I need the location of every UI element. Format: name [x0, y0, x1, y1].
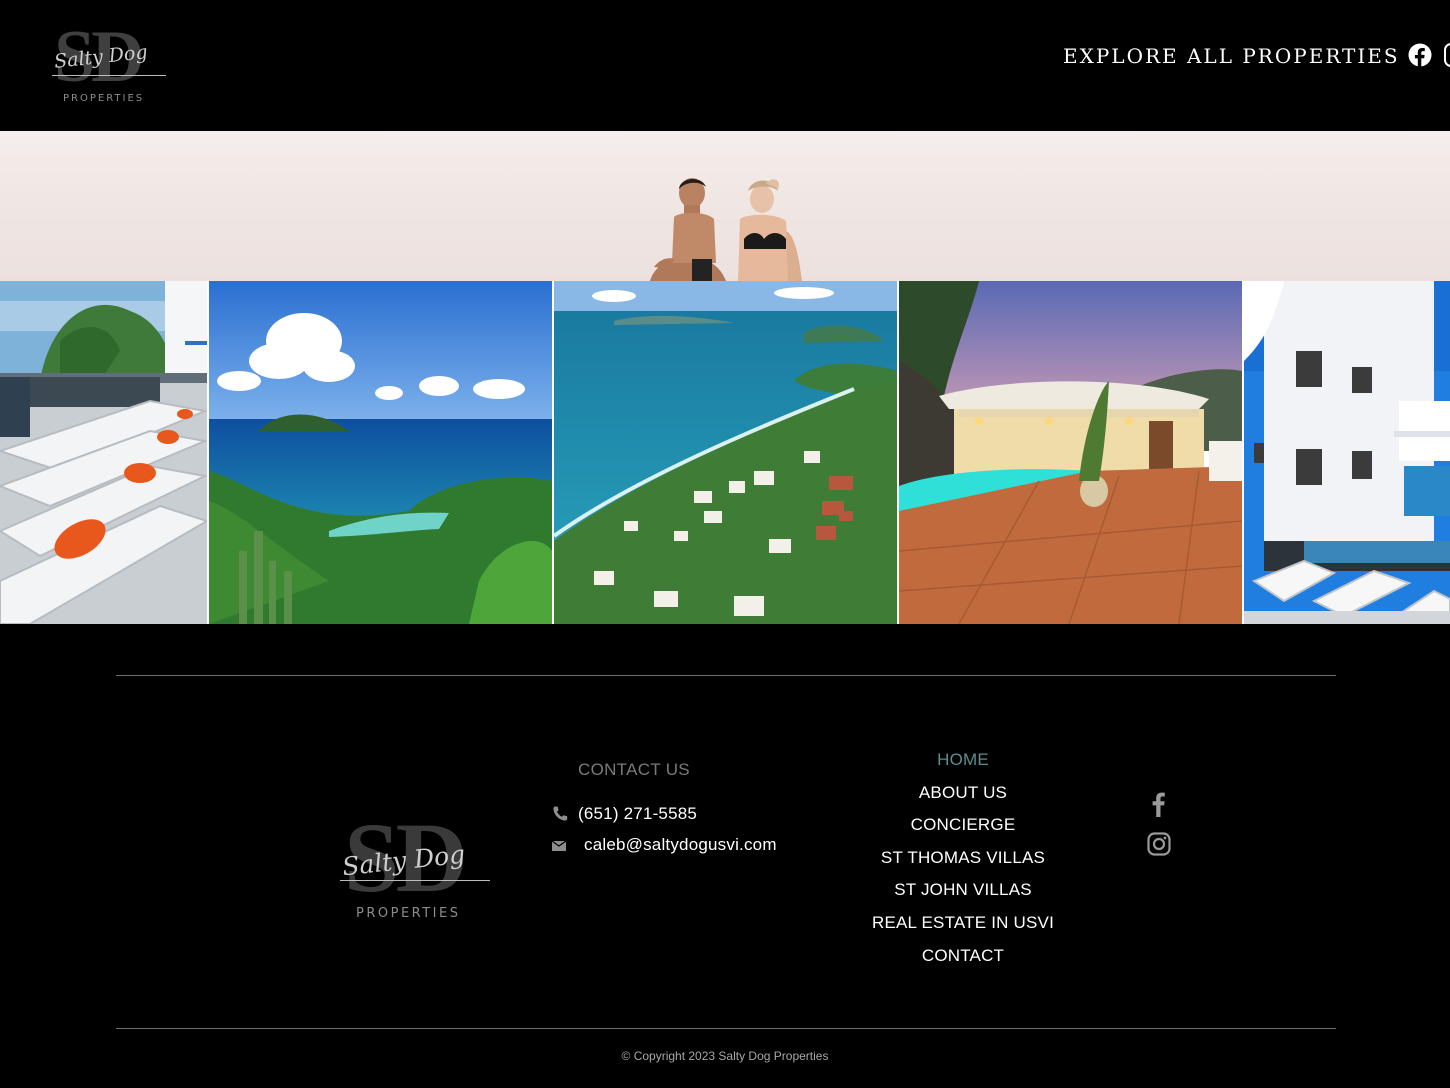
- contact-us-heading: CONTACT US: [578, 760, 690, 779]
- footer-nav-contact[interactable]: CONTACT: [840, 942, 1086, 975]
- hero-banner: [0, 131, 1450, 281]
- footer-nav-about-us[interactable]: ABOUT US: [840, 779, 1086, 812]
- aerial-coastline-villas-photo[interactable]: [554, 281, 897, 624]
- white-villa-exterior-photo[interactable]: [1244, 281, 1450, 624]
- site-logo[interactable]: SD Salty Dog PROPERTIES: [50, 20, 170, 108]
- footer-facebook-icon[interactable]: [1147, 791, 1171, 817]
- footer-nav-home[interactable]: HOME: [840, 746, 1086, 779]
- phone-number: (651) 271-5585: [578, 804, 698, 823]
- footer-divider-top: [116, 675, 1336, 676]
- footer-divider-bottom: [116, 1028, 1336, 1029]
- couple-on-beach-photo: [650, 178, 802, 281]
- footer-nav: HOME ABOUT US CONCIERGE ST THOMAS VILLAS…: [840, 746, 1086, 974]
- email-address: caleb@saltydogusvi.com: [584, 835, 777, 854]
- footer-nav-st-john-villas[interactable]: ST JOHN VILLAS: [840, 876, 1086, 909]
- instagram-icon[interactable]: [1444, 43, 1450, 67]
- explore-all-properties-link[interactable]: EXPLORE ALL PROPERTIES: [1063, 44, 1400, 68]
- contact-email[interactable]: caleb@saltydogusvi.com: [550, 834, 777, 856]
- phone-icon: [550, 804, 570, 824]
- contact-phone[interactable]: (651) 271-5585: [550, 803, 697, 825]
- footer-nav-concierge[interactable]: CONCIERGE: [840, 811, 1086, 844]
- footer-logo-swash: [340, 880, 490, 881]
- property-gallery: [0, 281, 1450, 624]
- footer-nav-st-thomas-villas[interactable]: ST THOMAS VILLAS: [840, 844, 1086, 877]
- footer-instagram-icon[interactable]: [1147, 832, 1171, 856]
- site-header: SD Salty Dog PROPERTIES EXPLORE ALL PROP…: [0, 0, 1450, 131]
- logo-subtitle: PROPERTIES: [63, 93, 145, 104]
- footer-nav-real-estate[interactable]: REAL ESTATE IN USVI: [840, 909, 1086, 942]
- facebook-icon[interactable]: [1408, 43, 1432, 67]
- footer-logo-subtitle: PROPERTIES: [356, 906, 461, 921]
- logo-swash: [52, 75, 166, 76]
- mail-icon: [550, 835, 570, 855]
- bay-island-view-photo[interactable]: [209, 281, 552, 624]
- pool-loungers-photo[interactable]: [0, 281, 207, 624]
- footer-logo[interactable]: SD Salty Dog PROPERTIES: [338, 808, 498, 924]
- villa-pool-terrace-dusk-photo[interactable]: [899, 281, 1242, 624]
- copyright-text: © Copyright 2023 Salty Dog Properties: [621, 1049, 829, 1063]
